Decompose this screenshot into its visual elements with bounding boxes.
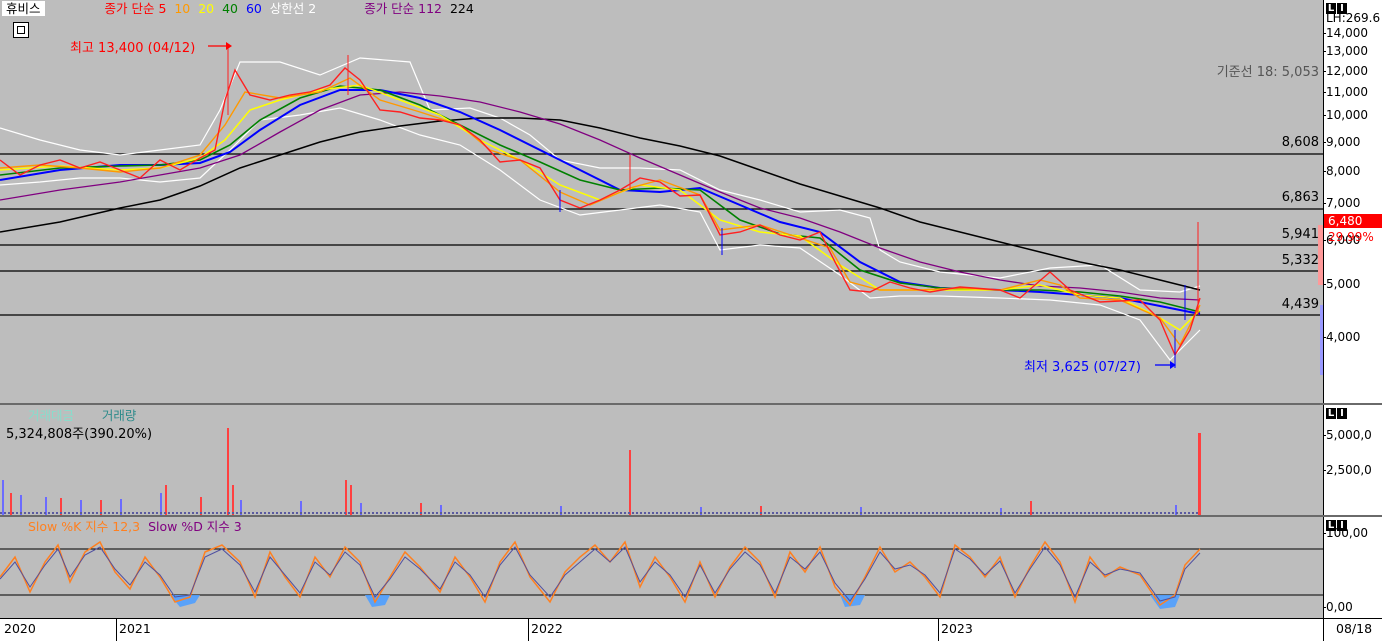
tick-10000: 10,000 (1324, 108, 1368, 122)
price-axis[interactable]: LI LH:269.6 14,000 13,000 12,000 11,000 … (1323, 0, 1382, 403)
vol-tick-2500000: 2,500,0 (1324, 463, 1372, 477)
upper-limit-label: 상한선 2 (269, 1, 317, 16)
tick-4000: 4,000 (1324, 330, 1361, 344)
ichimoku-base-label: 기준선 18: 5,053 (1216, 65, 1319, 80)
chart-settings-icon[interactable] (13, 22, 29, 38)
ma40: 40 (222, 1, 238, 16)
ma10: 10 (174, 1, 191, 16)
current-change: 29.99% (1328, 230, 1374, 244)
volume-amount-label: 거래대금 (28, 408, 75, 423)
slow-k-label: Slow %K 지수 12,3 (28, 519, 141, 534)
tick-9000: 9,000 (1324, 135, 1361, 149)
volume-current: 5,324,808주(390.20%) (6, 427, 153, 442)
volume-axis[interactable]: LI 5,000,0 2,500,0 (1323, 405, 1382, 515)
hline-label-6863: 6,863 (1281, 190, 1319, 205)
ma5: 5 (158, 1, 167, 16)
volume-chart-pane[interactable]: 거래대금 거래량 5,324,808주(390.20%) (0, 405, 1323, 515)
time-axis[interactable]: 2020 2021 2022 2023 08/18 (0, 618, 1382, 642)
xlabel-2023: 2023 (941, 621, 973, 636)
sto-tick-0: 0,00 (1324, 600, 1353, 614)
hline-label-8608: 8,608 (1281, 135, 1319, 150)
ma60: 60 (245, 1, 262, 16)
high-marker: 최고 13,400 (04/12) (70, 41, 196, 56)
tick-5000: 5,000 (1324, 277, 1361, 291)
sto-tick-100: 100,00 (1324, 526, 1368, 540)
long-ma-label: 종가 단순 112 (364, 1, 443, 16)
volume-label: 거래량 (101, 408, 137, 423)
tick-13000: 13,000 (1324, 44, 1368, 58)
volume-legend: 거래대금 거래량 (28, 405, 136, 424)
xlabel-2020: 2020 (4, 621, 36, 636)
low-marker: 최저 3,625 (07/27) (1024, 360, 1142, 375)
hline-label-4439: 4,439 (1281, 297, 1319, 312)
tick-12000: 12,000 (1324, 64, 1368, 78)
tick-8000: 8,000 (1324, 164, 1361, 178)
stochastic-axis[interactable]: LI 100,00 0,00 (1323, 517, 1382, 618)
chart-legend: 휴비스 종가 단순 5 10 20 40 60 상한선 2 종가 단순 112 … (2, 0, 474, 17)
ma-label: 종가 단순 (104, 1, 155, 16)
volume-bars (0, 428, 1201, 515)
stochastic-chart-pane[interactable]: Slow %K 지수 12,3 Slow %D 지수 3 (0, 517, 1323, 618)
stochastic-legend: Slow %K 지수 12,3 Slow %D 지수 3 (28, 517, 242, 535)
hline-label-5332: 5,332 (1281, 253, 1319, 268)
volume-axis-icons[interactable]: LI (1326, 408, 1348, 419)
tick-14000: 14,000 (1324, 26, 1368, 40)
xlabel-last-date: 08/18 (1336, 621, 1373, 636)
long-ma2-label: 224 (449, 1, 474, 16)
tick-7000: 7,000 (1324, 196, 1361, 210)
xlabel-2022: 2022 (531, 621, 563, 636)
current-price-badge: 6,480 (1324, 214, 1382, 228)
tick-11000: 11,000 (1324, 85, 1368, 99)
ma20: 20 (198, 1, 215, 16)
axis-header: LH:269.6 (1326, 11, 1381, 25)
vol-tick-5000000: 5,000,0 (1324, 428, 1372, 442)
price-chart-pane[interactable]: 휴비스 종가 단순 5 10 20 40 60 상한선 2 종가 단순 112 … (0, 0, 1323, 403)
xlabel-2021: 2021 (119, 621, 151, 636)
stock-name[interactable]: 휴비스 (2, 1, 45, 16)
hline-label-5941: 5,941 (1281, 227, 1319, 242)
slow-d-label: Slow %D 지수 3 (148, 519, 242, 534)
price-chart-svg (0, 42, 1323, 375)
